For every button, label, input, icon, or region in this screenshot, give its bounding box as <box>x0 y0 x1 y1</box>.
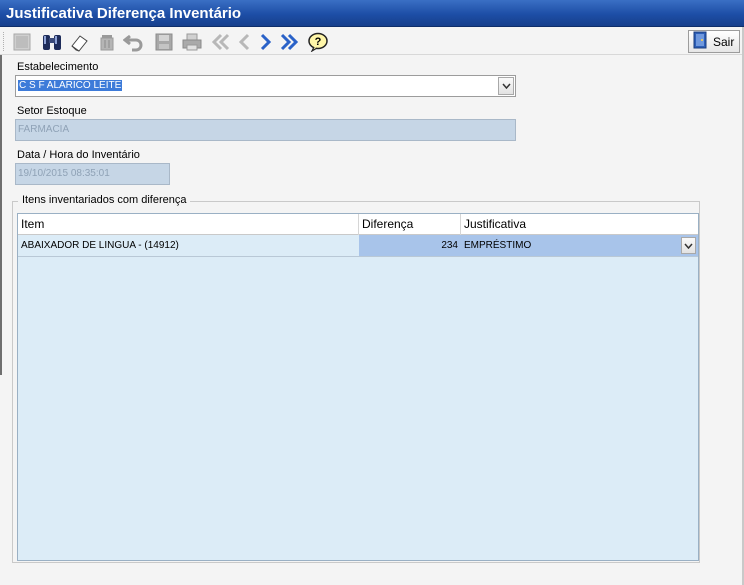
setor-label: Setor Estoque <box>17 105 87 117</box>
exit-label: Sair <box>713 34 735 49</box>
exit-button[interactable]: Sair <box>688 30 740 53</box>
data-hora-label: Data / Hora do Inventário <box>17 149 140 161</box>
undo-icon[interactable] <box>122 30 146 53</box>
estabelecimento-select[interactable]: C S F ALARICO LEITE <box>15 75 516 97</box>
new-icon[interactable] <box>10 30 34 53</box>
help-icon[interactable]: ? <box>306 30 330 53</box>
items-group-legend: Itens inventariados com diferença <box>18 194 191 206</box>
table-row[interactable]: ABAIXADOR DE LINGUA - (14912) 234 EMPRÉS… <box>18 235 698 257</box>
estabelecimento-value: C S F ALARICO LEITE <box>18 80 123 91</box>
chevron-down-icon[interactable] <box>681 237 696 254</box>
toolbar-grip <box>3 32 6 51</box>
data-hora-field: 19/10/2015 08:35:01 <box>15 163 170 185</box>
trash-icon[interactable] <box>95 30 119 53</box>
first-record-icon[interactable] <box>209 30 233 53</box>
justificativa-value: EMPRÉSTIMO <box>464 240 532 251</box>
cell-diferenca[interactable]: 234 <box>359 235 461 256</box>
toolbar: ? Sair <box>0 28 744 55</box>
cell-justificativa[interactable]: EMPRÉSTIMO <box>461 235 698 256</box>
next-record-icon[interactable] <box>254 30 278 53</box>
setor-field: FARMACIA <box>15 119 516 141</box>
grid-header: Item Diferença Justificativa <box>18 214 698 235</box>
save-disk-icon[interactable] <box>152 30 176 53</box>
window-left-edge <box>0 55 2 375</box>
svg-text:?: ? <box>315 36 322 48</box>
printer-icon[interactable] <box>180 30 204 53</box>
binoculars-icon[interactable] <box>40 30 64 53</box>
chevron-down-icon[interactable] <box>498 77 514 95</box>
cell-item[interactable]: ABAIXADOR DE LINGUA - (14912) <box>18 235 359 256</box>
eraser-icon[interactable] <box>67 30 91 53</box>
estabelecimento-label: Estabelecimento <box>17 61 99 73</box>
last-record-icon[interactable] <box>277 30 301 53</box>
window-title: Justificativa Diferença Inventário <box>0 0 744 27</box>
column-header-justificativa[interactable]: Justificativa <box>461 214 698 235</box>
items-grid[interactable]: Item Diferença Justificativa ABAIXADOR D… <box>17 213 699 561</box>
exit-door-icon <box>692 31 710 52</box>
column-header-diferenca[interactable]: Diferença <box>359 214 461 235</box>
column-header-item[interactable]: Item <box>18 214 359 235</box>
